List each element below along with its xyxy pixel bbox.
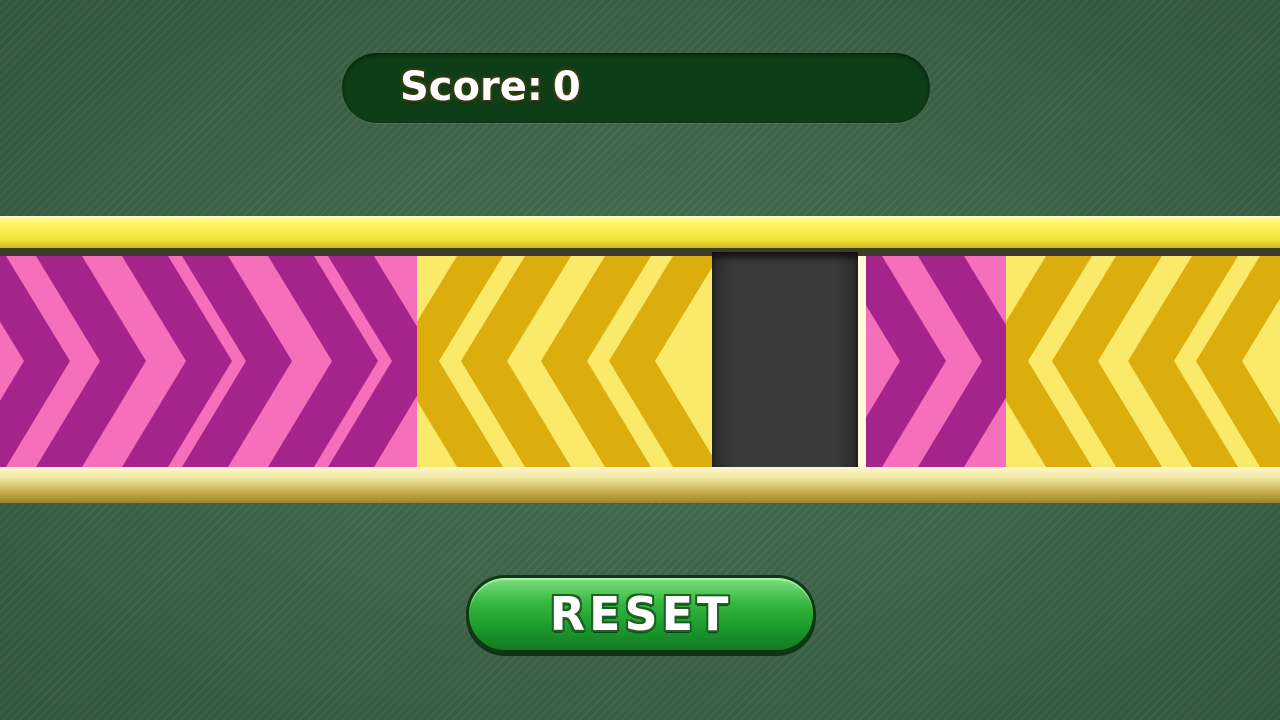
score-label: Score: [400, 64, 543, 110]
game-screen: { "score": { "label": "Score:", "value":… [0, 0, 1280, 720]
track-top-rail [0, 216, 1280, 249]
track-shadow [0, 248, 1280, 256]
reset-label: RESET [549, 587, 733, 641]
yellow-left-tile[interactable] [1006, 256, 1280, 467]
right-chevrons-icon [866, 256, 1006, 467]
right-chevrons-icon [0, 256, 417, 467]
score-display: Score: 0 [400, 65, 581, 109]
track-bottom-rail [0, 467, 1280, 503]
left-chevrons-icon [1006, 256, 1280, 467]
pink-right-tile[interactable] [0, 256, 417, 467]
score-panel: Score: 0 [342, 53, 930, 123]
reset-button[interactable]: RESET [466, 575, 816, 653]
yellow-left-tile[interactable] [417, 256, 712, 467]
left-chevrons-icon [417, 256, 712, 467]
empty-slot[interactable] [712, 252, 858, 467]
pink-right-tile[interactable] [862, 256, 1006, 467]
score-value: 0 [552, 64, 581, 110]
